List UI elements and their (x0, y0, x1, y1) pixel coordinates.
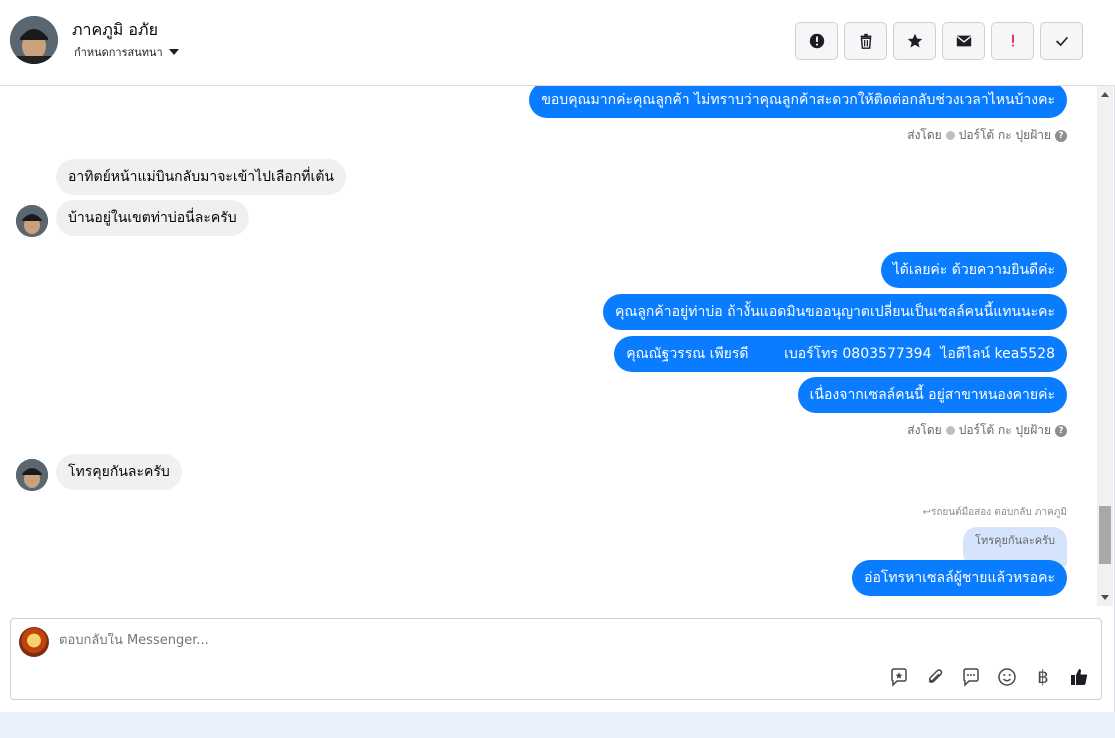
star-button[interactable] (893, 22, 936, 60)
sent-by-info: ส่งโดย ปอร์โต้ กะ ปุยฝ้าย ? (907, 421, 1067, 440)
scroll-down-icon[interactable] (1101, 595, 1109, 600)
message-bubble[interactable]: ขอบคุณมากค่ะคุณลูกค้า ไม่ทราบว่าคุณลูกค้… (529, 86, 1067, 118)
like-icon (1071, 669, 1088, 685)
message-bubble[interactable]: บ้านอยู่ในเขตท่าบ่อนี่ละครับ (56, 200, 249, 236)
message-incoming: บ้านอยู่ในเขตท่าบ่อนี่ละครับ (56, 200, 249, 236)
sent-by-info: ส่งโดย ปอร์โต้ กะ ปุยฝ้าย ? (907, 126, 1067, 145)
page-avatar (19, 627, 49, 657)
attach-button[interactable] (923, 665, 947, 689)
message-outgoing: ได้เลยค่ะ ด้วยความยินดีค่ะ (880, 252, 1067, 288)
baht-icon: ฿ (1037, 666, 1049, 688)
conversation-header: ภาคภูมิ อภัย กำหนดการสนทนา (0, 0, 1115, 86)
contact-name[interactable]: ภาคภูมิ อภัย (72, 18, 158, 43)
mail-icon (956, 35, 971, 47)
check-icon (1055, 36, 1068, 47)
contact-avatar[interactable] (10, 16, 58, 64)
thread-scrollbar[interactable] (1097, 86, 1113, 606)
message-outgoing: คุณลูกค้าอยู่ท่าบ่อ ถ้างั้นแอดมินขออนุญา… (602, 294, 1067, 330)
saved-reply-icon (891, 668, 907, 687)
sent-by-label: ส่งโดย (907, 128, 942, 142)
message-outgoing: อ่อโทรหาเซลล์ผู้ชายแล้วหรอคะ (852, 560, 1067, 596)
help-icon[interactable]: ? (1055, 424, 1067, 437)
saved-reply-button[interactable] (887, 665, 911, 689)
emoji-icon (998, 668, 1016, 686)
reply-arrow-icon: ↩ (922, 507, 931, 518)
reply-context: ↩รถยนต์มือสอง ตอบกลับ ภาคภูมิ (923, 505, 1067, 520)
like-button[interactable] (1067, 665, 1091, 689)
emoji-button[interactable] (995, 665, 1019, 689)
agent-name: ปอร์โต้ กะ ปุยฝ้าย (958, 423, 1051, 437)
message-bubble[interactable]: ได้เลยค่ะ ด้วยความยินดีค่ะ (880, 252, 1067, 288)
sent-by-label: ส่งโดย (907, 423, 942, 437)
message-outgoing: เนื่องจากเซลล์คนนี้ อยู่สาขาหนองคายค่ะ (797, 377, 1067, 413)
quick-replies-button[interactable] (959, 665, 983, 689)
message-bubble[interactable]: คุณณัฐวรรณ เพียรดี เบอร์โทร 0803577394 ไ… (614, 336, 1067, 372)
message-bubble[interactable]: อ่อโทรหาเซลล์ผู้ชายแล้วหรอคะ (852, 560, 1067, 596)
payment-button[interactable]: ฿ (1031, 665, 1055, 689)
scrollbar-thumb[interactable] (1099, 506, 1111, 564)
message-bubble[interactable]: คุณลูกค้าอยู่ท่าบ่อ ถ้างั้นแอดมินขออนุญา… (602, 294, 1067, 330)
report-button[interactable] (795, 22, 838, 60)
message-bubble[interactable]: อาทิตย์หน้าแม่บินกลับมาจะเข้าไปเลือกที่เ… (56, 159, 346, 195)
star-icon (907, 33, 922, 48)
chat-icon (963, 668, 979, 687)
important-button[interactable] (991, 22, 1034, 60)
message-bubble[interactable]: โทรคุยกันละครับ (56, 454, 182, 490)
assign-conversation-dropdown[interactable]: กำหนดการสนทนา (74, 43, 179, 61)
report-icon (809, 33, 824, 49)
check-circle-icon (945, 131, 955, 140)
conversation-panel: ภาคภูมิ อภัย กำหนดการสนทนา ขอบคุณมากค่ะค… (0, 0, 1115, 712)
assign-label: กำหนดการสนทนา (74, 46, 163, 59)
agent-name: ปอร์โต้ กะ ปุยฝ้าย (958, 128, 1051, 142)
chevron-down-icon (168, 49, 179, 55)
message-bubble[interactable]: เนื่องจากเซลล์คนนี้ อยู่สาขาหนองคายค่ะ (797, 377, 1067, 413)
message-incoming: อาทิตย์หน้าแม่บินกลับมาจะเข้าไปเลือกที่เ… (56, 159, 346, 195)
reply-input[interactable] (59, 633, 759, 648)
scroll-up-icon[interactable] (1101, 92, 1109, 97)
attachment-icon (928, 669, 943, 683)
delete-button[interactable] (844, 22, 887, 60)
message-incoming: โทรคุยกันละครับ (56, 454, 182, 490)
contact-avatar-small[interactable] (16, 459, 48, 491)
mark-unread-button[interactable] (942, 22, 985, 60)
trash-icon (860, 33, 871, 49)
mark-done-button[interactable] (1040, 22, 1083, 60)
message-outgoing: คุณณัฐวรรณ เพียรดี เบอร์โทร 0803577394 ไ… (614, 336, 1067, 372)
message-outgoing: ขอบคุณมากค่ะคุณลูกค้า ไม่ทราบว่าคุณลูกค้… (529, 86, 1067, 118)
contact-avatar-small[interactable] (16, 205, 48, 237)
check-circle-icon (945, 426, 955, 435)
reply-context-text: รถยนต์มือสอง ตอบกลับ ภาคภูมิ (930, 507, 1067, 518)
header-actions (795, 22, 1083, 60)
message-composer: ฿ (10, 618, 1102, 700)
message-thread[interactable]: ขอบคุณมากค่ะคุณลูกค้า ไม่ทราบว่าคุณลูกค้… (0, 86, 1097, 606)
composer-toolbar: ฿ (887, 665, 1091, 689)
help-icon[interactable]: ? (1055, 129, 1067, 142)
important-icon (1011, 34, 1014, 47)
